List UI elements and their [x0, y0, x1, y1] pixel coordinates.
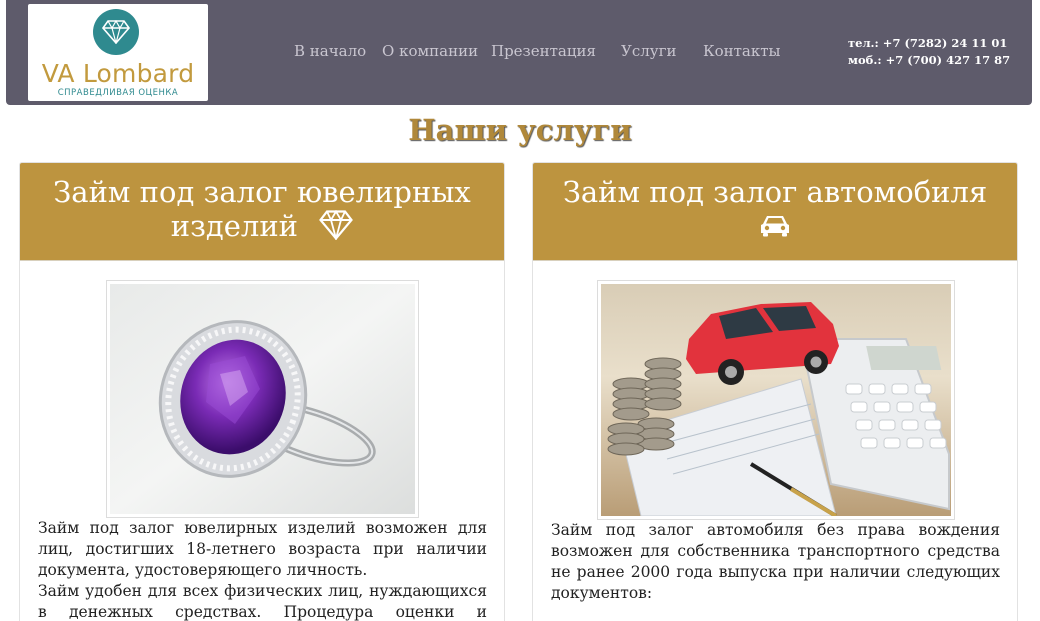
card-paragraph-1: Займ под залог ювелирных изделий возможе… [38, 519, 487, 579]
phone-number[interactable]: тел.: +7 (7282) 24 11 01 [848, 35, 1010, 52]
logo-subtitle: СПРАВЕДЛИВАЯ ОЦЕНКА [57, 88, 179, 98]
card-description: Займ под залог ювелирных изделий возможе… [38, 518, 487, 621]
card-title-line1: Займ под залог автомобиля [562, 175, 988, 209]
card-header: Займ под залог ювелирных изделий [20, 163, 504, 261]
card-paragraph-2: Займ удобен для всех физических лиц, нуж… [38, 582, 487, 621]
service-card-jewelry: Займ под залог ювелирных изделий Займ по… [19, 162, 505, 621]
card-description: Займ под залог автомобиля без права вожд… [551, 520, 1000, 604]
diamond-icon [319, 209, 354, 247]
logo-diamond-icon [93, 9, 139, 55]
mobile-number[interactable]: моб.: +7 (700) 427 17 87 [848, 52, 1010, 69]
card-paragraph-1: Займ под залог автомобиля без права вожд… [551, 521, 1000, 602]
nav-presentation[interactable]: Презентация [491, 42, 596, 60]
nav-home[interactable]: В начало [294, 42, 366, 60]
nav-services[interactable]: Услуги [621, 42, 676, 60]
top-navbar: VA Lombard СПРАВЕДЛИВАЯ ОЦЕНКА В начало … [6, 0, 1032, 105]
section-title: Наши услуги [408, 113, 632, 147]
card-title: Займ под залог ювелирных изделий [20, 175, 504, 247]
card-title: Займ под залог автомобиля [533, 175, 1017, 209]
car-photo-frame [597, 280, 955, 520]
logo-text: VA Lombard [41, 59, 195, 88]
card-title-line2-wrap: изделий [20, 209, 504, 247]
card-title-line2: изделий [170, 209, 299, 243]
nav-contacts[interactable]: Контакты [703, 42, 781, 60]
car-icon [533, 213, 1017, 241]
card-title-line1: Займ под залог ювелирных [53, 175, 471, 209]
nav-about[interactable]: О компании [382, 42, 478, 60]
service-card-car: Займ под залог автомобиля Займ под залог… [532, 162, 1018, 621]
site-logo[interactable]: VA Lombard СПРАВЕДЛИВАЯ ОЦЕНКА [28, 4, 208, 101]
card-header: Займ под залог автомобиля [533, 163, 1017, 261]
ring-photo-frame [106, 280, 419, 518]
ring-photo [110, 284, 415, 514]
car-photo [601, 284, 951, 516]
header-contacts: тел.: +7 (7282) 24 11 01 моб.: +7 (700) … [848, 35, 1010, 69]
